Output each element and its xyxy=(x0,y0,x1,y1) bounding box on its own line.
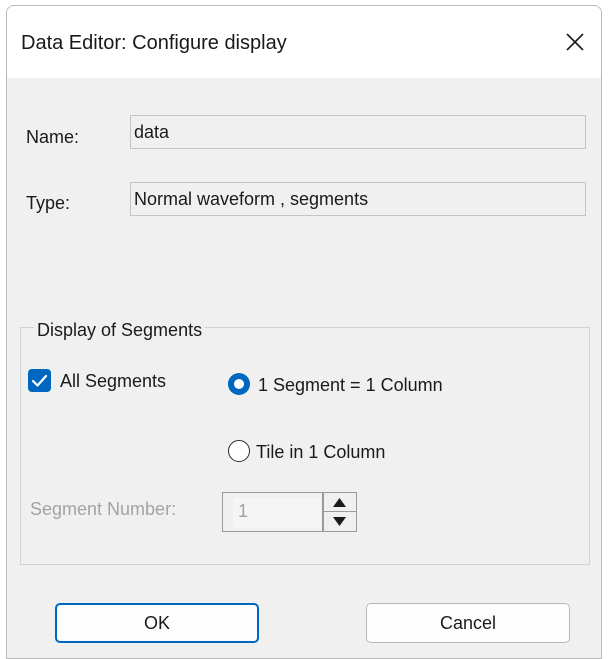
type-field[interactable]: Normal waveform , segments xyxy=(130,182,586,216)
radio-one-segment-label: 1 Segment = 1 Column xyxy=(258,375,443,395)
spin-down-button[interactable] xyxy=(324,512,356,531)
triangle-up-icon xyxy=(333,498,346,507)
cancel-button[interactable]: Cancel xyxy=(366,603,570,643)
segment-number-value: 1 xyxy=(238,501,249,521)
segment-number-spinner xyxy=(323,492,357,532)
radio-tile-label: Tile in 1 Column xyxy=(256,442,386,462)
all-segments-checkbox[interactable] xyxy=(28,369,51,392)
title-bar: Data Editor: Configure display xyxy=(7,6,601,78)
segment-number-label: Segment Number: xyxy=(30,499,177,519)
radio-tile-in-one-column[interactable] xyxy=(228,440,250,462)
triangle-down-icon xyxy=(333,517,346,526)
name-field[interactable]: data xyxy=(130,115,586,149)
name-label: Name: xyxy=(26,127,80,147)
dialog-title: Data Editor: Configure display xyxy=(21,32,287,54)
all-segments-label: All Segments xyxy=(60,371,167,391)
ok-button[interactable]: OK xyxy=(55,603,259,643)
type-label: Type: xyxy=(26,193,71,213)
segments-group-title: Display of Segments xyxy=(34,320,206,341)
configure-display-dialog: Data Editor: Configure display Name: dat… xyxy=(6,5,602,659)
radio-one-segment-per-column[interactable] xyxy=(228,373,250,395)
spin-up-button[interactable] xyxy=(324,493,356,512)
close-button[interactable] xyxy=(559,26,591,58)
checkmark-icon xyxy=(31,374,48,387)
close-icon xyxy=(566,33,584,51)
